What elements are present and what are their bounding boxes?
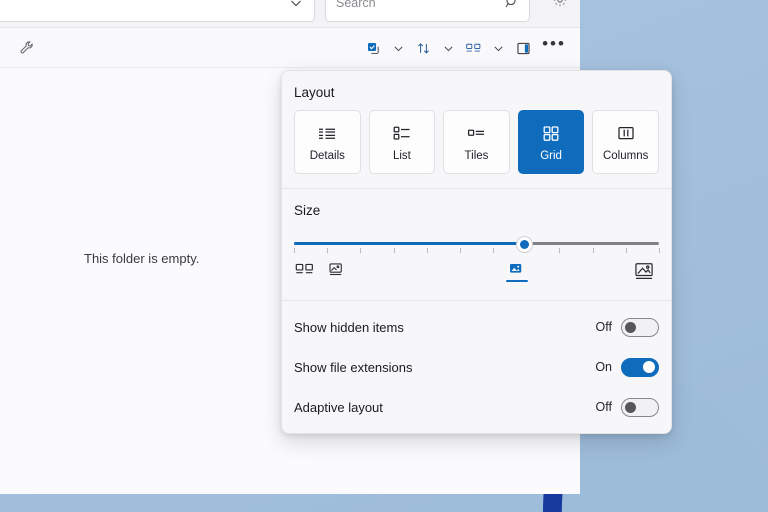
layout-section-title: Layout bbox=[282, 71, 671, 100]
large-size-icon[interactable] bbox=[633, 262, 656, 281]
layout-option-label: Details bbox=[310, 150, 345, 162]
slider-thumb[interactable] bbox=[517, 237, 532, 252]
layout-option-details[interactable]: Details bbox=[294, 110, 361, 174]
view-settings-section: Show hidden items Off Show file extensio… bbox=[282, 301, 671, 427]
search-icon[interactable] bbox=[504, 0, 520, 10]
selected-size-underline bbox=[506, 280, 528, 282]
setting-label: Show hidden items bbox=[294, 320, 404, 335]
chevron-down-icon-view[interactable] bbox=[488, 33, 508, 63]
setting-row-show-file-extensions[interactable]: Show file extensions On bbox=[282, 347, 671, 387]
layout-option-label: Columns bbox=[603, 150, 648, 162]
slider-tick bbox=[294, 248, 295, 253]
setting-label: Adaptive layout bbox=[294, 400, 383, 415]
toggle-adaptive-layout[interactable] bbox=[621, 398, 659, 417]
setting-state-text: On bbox=[592, 360, 612, 374]
grid-view-icon bbox=[540, 123, 562, 143]
layout-options-row: Details List bbox=[282, 100, 671, 188]
slider-tick bbox=[493, 248, 494, 253]
size-section: Size bbox=[282, 189, 671, 300]
extra-small-size-icon[interactable] bbox=[294, 262, 316, 277]
slider-filled-track bbox=[294, 242, 524, 245]
layout-and-view-flyout: Layout Details bbox=[281, 70, 672, 434]
address-path-box[interactable] bbox=[0, 0, 315, 22]
size-section-title: Size bbox=[282, 189, 671, 218]
wrench-icon[interactable] bbox=[12, 33, 42, 63]
setting-control: Off bbox=[592, 318, 659, 337]
command-bar-right-group: ••• bbox=[358, 28, 570, 68]
slider-ticks bbox=[294, 248, 659, 254]
slider-tick bbox=[559, 248, 560, 253]
size-indicator-icons bbox=[294, 262, 659, 292]
setting-control: On bbox=[592, 358, 659, 377]
setting-control: Off bbox=[592, 398, 659, 417]
toggle-show-file-extensions[interactable] bbox=[621, 358, 659, 377]
setting-row-adaptive-layout[interactable]: Adaptive layout Off bbox=[282, 387, 671, 427]
slider-tick bbox=[626, 248, 627, 253]
chevron-down-icon-sort[interactable] bbox=[438, 33, 458, 63]
desktop-background: Search bbox=[0, 0, 768, 512]
layout-option-label: Tiles bbox=[465, 150, 489, 162]
gear-icon[interactable] bbox=[545, 0, 575, 16]
command-bar-left-group bbox=[12, 28, 42, 68]
setting-state-text: Off bbox=[592, 400, 612, 414]
slider-tick bbox=[659, 248, 660, 253]
slider-tick bbox=[327, 248, 328, 253]
tiles-view-icon bbox=[465, 123, 487, 143]
preview-pane-icon[interactable] bbox=[508, 33, 538, 63]
setting-label: Show file extensions bbox=[294, 360, 413, 375]
small-size-icon[interactable] bbox=[327, 262, 346, 278]
sort-arrows-icon[interactable] bbox=[408, 33, 438, 63]
columns-view-icon bbox=[615, 123, 637, 143]
slider-tick bbox=[394, 248, 395, 253]
slider-tick bbox=[360, 248, 361, 253]
slider-tick bbox=[427, 248, 428, 253]
search-box[interactable]: Search bbox=[325, 0, 530, 22]
chevron-down-icon-select[interactable] bbox=[388, 33, 408, 63]
more-options-button[interactable]: ••• bbox=[538, 33, 570, 63]
search-input[interactable]: Search bbox=[336, 0, 376, 12]
setting-state-text: Off bbox=[592, 320, 612, 334]
list-view-icon bbox=[391, 123, 413, 143]
empty-folder-message: This folder is empty. bbox=[84, 251, 199, 266]
layout-option-label: List bbox=[393, 150, 411, 162]
address-bar: Search bbox=[0, 0, 580, 28]
toggle-show-hidden-items[interactable] bbox=[621, 318, 659, 337]
medium-size-icon[interactable] bbox=[506, 262, 528, 282]
setting-row-show-hidden-items[interactable]: Show hidden items Off bbox=[282, 307, 671, 347]
slider-tick bbox=[460, 248, 461, 253]
layout-option-columns[interactable]: Columns bbox=[592, 110, 659, 174]
chevron-down-icon[interactable] bbox=[288, 0, 304, 11]
command-bar: ••• bbox=[0, 28, 580, 68]
details-view-icon bbox=[316, 123, 338, 143]
layout-option-label: Grid bbox=[540, 150, 562, 162]
layout-option-grid[interactable]: Grid bbox=[518, 110, 585, 174]
layout-option-list[interactable]: List bbox=[369, 110, 436, 174]
layout-option-tiles[interactable]: Tiles bbox=[443, 110, 510, 174]
slider-tick bbox=[593, 248, 594, 253]
view-layout-icon[interactable] bbox=[458, 33, 488, 63]
size-slider[interactable] bbox=[294, 234, 659, 256]
select-all-checkbox-icon[interactable] bbox=[358, 33, 388, 63]
